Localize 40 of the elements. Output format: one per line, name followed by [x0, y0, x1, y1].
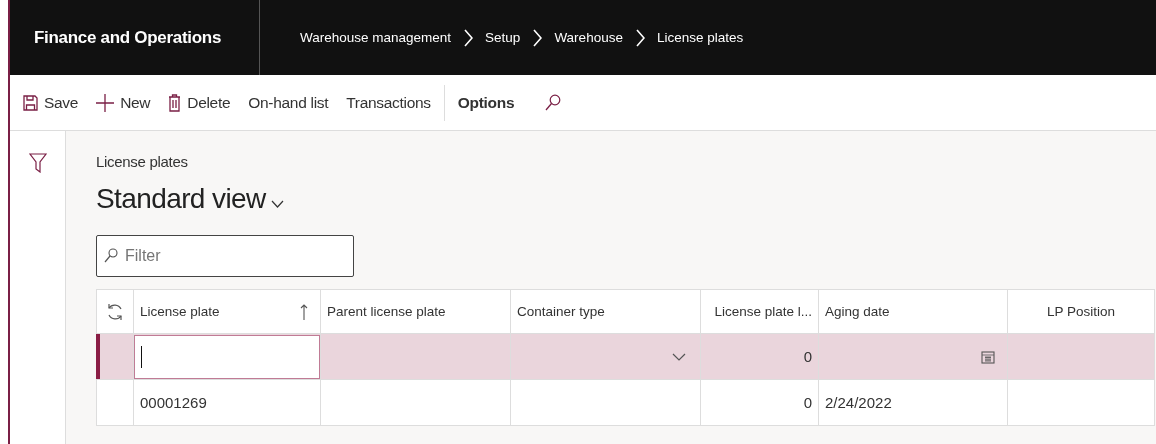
search-icon[interactable] — [545, 94, 562, 111]
trash-icon — [168, 93, 182, 112]
search-icon — [104, 248, 118, 263]
filter-icon[interactable] — [28, 153, 47, 173]
breadcrumb-link[interactable]: Setup — [485, 30, 521, 45]
filter-field[interactable]: Filter — [96, 235, 354, 277]
column-header[interactable]: Parent license plate — [327, 304, 446, 319]
breadcrumb-link[interactable]: Warehouse management — [300, 30, 452, 45]
toolbar-button[interactable]: Options — [448, 89, 524, 116]
refresh-icon[interactable] — [106, 302, 124, 321]
save-button[interactable]: Save — [14, 89, 88, 116]
breadcrumb-link[interactable]: License plates — [656, 30, 744, 45]
toolbar-button[interactable]: On-hand list — [239, 89, 338, 116]
license-plate-input[interactable] — [134, 335, 320, 379]
calendar-icon[interactable] — [981, 349, 995, 364]
table-cell: 0 — [803, 348, 812, 365]
chevron-down-icon[interactable] — [270, 200, 284, 208]
chevron-right-icon — [532, 28, 543, 47]
column-header[interactable]: Container type — [517, 304, 605, 319]
chevron-right-icon — [634, 28, 645, 47]
breadcrumb-link[interactable]: Warehouse — [554, 30, 623, 45]
page-caption: License plates — [96, 153, 188, 170]
column-header[interactable]: Aging date — [825, 304, 890, 319]
table-row[interactable]: 00001269 0 2/24/2022 — [96, 380, 1155, 426]
table-cell: 00001269 — [140, 394, 207, 411]
column-header[interactable]: LP Position — [1046, 304, 1116, 319]
arrow-up-icon — [300, 303, 308, 320]
column-header[interactable]: License plate l... — [714, 304, 812, 319]
chevron-right-icon — [463, 28, 474, 47]
chevron-down-icon[interactable] — [672, 352, 686, 361]
toolbar-button[interactable]: Transactions — [337, 89, 440, 116]
app-title[interactable]: Finance and Operations — [34, 27, 222, 48]
column-header[interactable]: License plate — [140, 304, 220, 319]
selected-row[interactable]: 0 — [96, 334, 1155, 380]
new-button[interactable]: New — [87, 89, 160, 116]
table-cell: 0 — [803, 394, 812, 411]
view-title[interactable]: Standard view — [96, 183, 266, 215]
table-cell: 2/24/2022 — [825, 394, 892, 411]
delete-button[interactable]: Delete — [159, 89, 240, 116]
plus-icon — [96, 93, 115, 112]
